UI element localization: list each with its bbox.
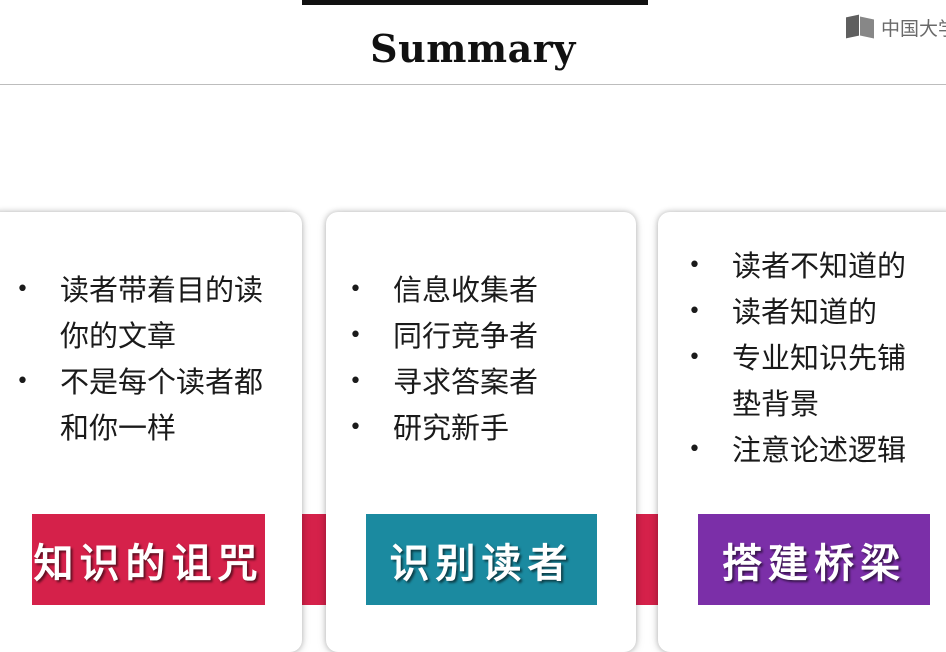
bullet-item: 信息收集者 xyxy=(349,267,629,313)
top-bar xyxy=(302,0,648,5)
bullet-item: 研究新手 xyxy=(349,405,629,451)
bullet-item: 读者知道的 xyxy=(688,289,918,335)
label-build-bridges: 搭建桥梁 xyxy=(698,514,930,605)
label-text: 搭建桥梁 xyxy=(722,540,906,587)
bullet-item: 读者带着目的读你的文章 xyxy=(16,267,286,359)
bullet-item: 注意论述逻辑 xyxy=(688,427,918,473)
bullet-item: 不是每个读者都和你一样 xyxy=(16,359,286,451)
slide-title: Summary xyxy=(370,26,576,71)
bullet-item: 同行竞争者 xyxy=(349,313,629,359)
bullet-item: 专业知识先铺垫背景 xyxy=(688,335,918,427)
watermark: 中国大学 xyxy=(846,12,946,42)
title-divider xyxy=(0,84,946,85)
bullet-list: 读者带着目的读你的文章 不是每个读者都和你一样 xyxy=(16,267,286,451)
label-text: 知识的诅咒 xyxy=(33,540,264,587)
bullet-list: 读者不知道的 读者知道的 专业知识先铺垫背景 注意论述逻辑 xyxy=(688,243,918,473)
bullet-item: 寻求答案者 xyxy=(349,359,629,405)
bullet-list: 信息收集者 同行竞争者 寻求答案者 研究新手 xyxy=(349,267,629,451)
bullet-item: 读者不知道的 xyxy=(688,243,918,289)
mooc-logo-icon xyxy=(846,14,876,40)
label-text: 识别读者 xyxy=(389,540,574,587)
watermark-text: 中国大学 xyxy=(881,17,946,40)
label-identify-readers: 识别读者 xyxy=(366,514,597,605)
label-curse-of-knowledge: 知识的诅咒 xyxy=(32,514,265,605)
